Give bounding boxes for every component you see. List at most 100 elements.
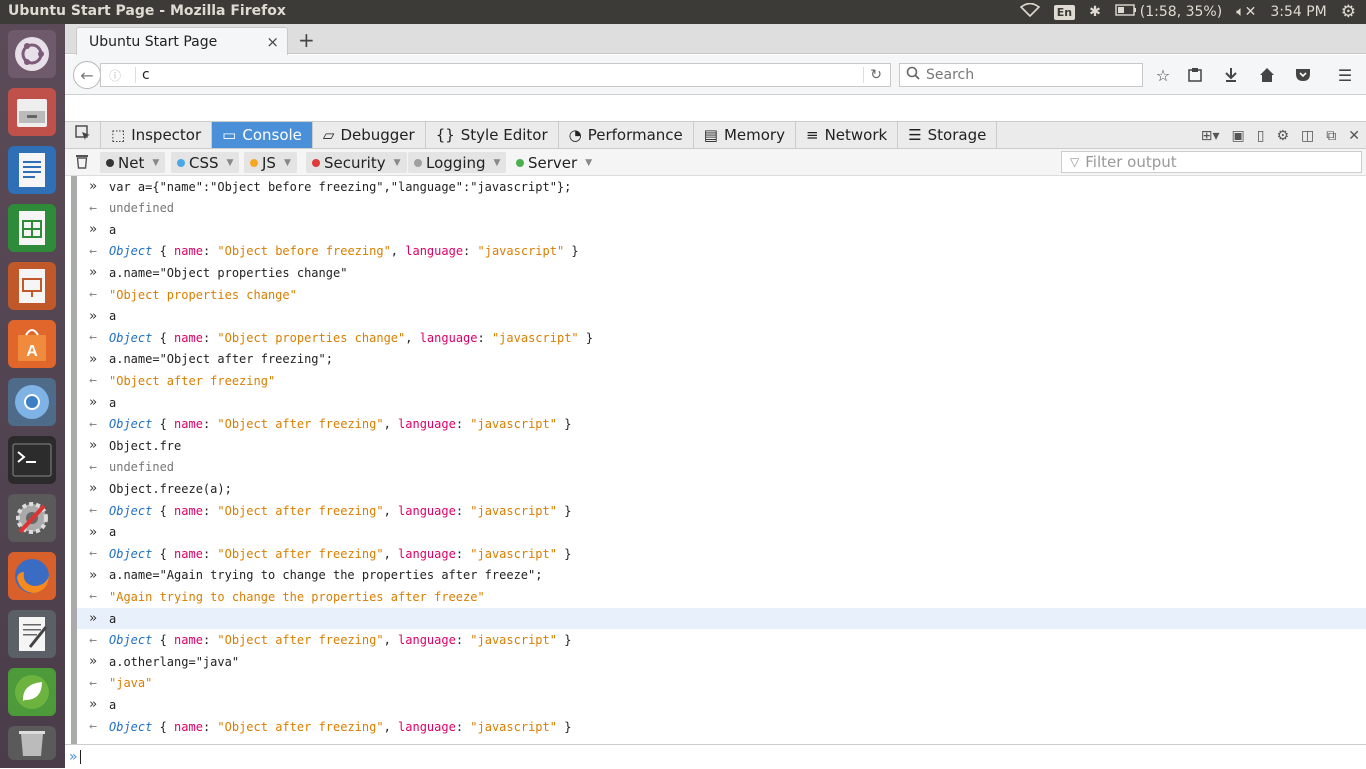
console-input-line: » a (77, 694, 1366, 715)
filter-dot (516, 158, 524, 167)
object-value: "Object after freezing" (217, 633, 384, 648)
settings-wrench-icon (12, 498, 52, 538)
object-preview: Object { name: "Object after freezing", … (109, 633, 572, 648)
console-input-line: » a.name="Again trying to change the prop… (77, 565, 1366, 586)
reload-icon[interactable]: ↻ (863, 67, 882, 83)
console-input-line: » Object.freeze(a); (77, 478, 1366, 499)
input-prompt-icon: » (89, 611, 97, 626)
responsive-design-icon[interactable]: ▯ (1257, 128, 1265, 144)
volume-muted-icon[interactable]: 🔈︎✕ (1236, 4, 1256, 20)
ubuntu-dash-button[interactable] (8, 30, 56, 78)
object-label: Object (109, 330, 153, 345)
launcher-text-editor[interactable] (8, 610, 56, 658)
text-editor-icon (14, 615, 50, 653)
tab-ubuntu-start-page[interactable]: Ubuntu Start Page × (76, 27, 288, 55)
input-prompt-icon: » (89, 179, 97, 194)
launcher-firefox[interactable] (8, 552, 56, 600)
bluetooth-icon[interactable]: ✱ (1089, 4, 1101, 20)
url-bar[interactable]: ⓘ c ↻ (100, 63, 891, 87)
launcher-system-settings[interactable] (8, 494, 56, 542)
launcher-software-center[interactable]: A (8, 320, 56, 368)
filter-logging-button[interactable]: Logging ▼ (408, 152, 507, 173)
filter-security-button[interactable]: Security ▼ (306, 152, 407, 173)
launcher-spring[interactable] (8, 668, 56, 716)
back-button[interactable]: ← (73, 61, 101, 89)
console-input-line: » a (77, 392, 1366, 413)
tab-style-editor[interactable]: {} Style Editor (426, 122, 559, 148)
text-caret (79, 750, 81, 764)
keyboard-layout-indicator[interactable]: En (1053, 4, 1076, 20)
element-picker-button[interactable] (65, 122, 101, 148)
developer-tools: ⬚ Inspector ▭ Console ▱ Debugger {} Styl… (65, 121, 1366, 768)
launcher-chromium[interactable] (8, 378, 56, 426)
tab-debugger[interactable]: ▱ Debugger (313, 122, 426, 148)
close-devtools-icon[interactable]: ✕ (1348, 128, 1360, 144)
frame-select-icon[interactable]: ⊞▾ (1201, 128, 1220, 144)
search-placeholder: Search (926, 67, 975, 83)
object-preview: Object { name: "Object properties change… (109, 330, 594, 345)
url-input[interactable]: c (135, 67, 150, 83)
gear-icon[interactable]: ⚙ (1341, 2, 1356, 22)
object-value: "javascript" (470, 503, 557, 518)
pocket-icon[interactable] (1292, 64, 1314, 86)
firefox-window: Ubuntu Start Page × + ← ⓘ c ↻ Search ☆ ☰… (65, 24, 1366, 768)
command-text: a.name="Again trying to change the prope… (109, 568, 543, 583)
input-prompt-icon: » (89, 697, 97, 713)
settings-gear-icon[interactable]: ⚙ (1276, 128, 1289, 144)
tab-storage[interactable]: ☰ Storage (898, 122, 998, 148)
output-arrow-icon: ← (89, 200, 97, 216)
object-label: Object (109, 244, 153, 259)
object-label: Object (109, 633, 153, 648)
command-text: a.otherlang="java" (109, 654, 240, 669)
filter-dot (414, 158, 422, 167)
site-info-icon[interactable]: ⓘ (109, 67, 129, 84)
scratchpad-icon[interactable]: ▣ (1232, 128, 1245, 144)
console-output-line: ← Object { name: "Object after freezing",… (77, 414, 1366, 435)
hamburger-menu-icon[interactable]: ☰ (1334, 64, 1356, 86)
home-icon[interactable] (1256, 64, 1278, 86)
svg-text:A: A (26, 343, 38, 360)
new-tab-button[interactable]: + (298, 28, 315, 52)
object-value: "Object after freezing" (217, 546, 384, 561)
launcher-impress[interactable] (8, 262, 56, 310)
tab-close-icon[interactable]: × (266, 33, 279, 51)
tab-inspector[interactable]: ⬚ Inspector (101, 122, 213, 148)
separate-window-icon[interactable]: ⧉ (1326, 128, 1336, 144)
filter-js-button[interactable]: JS ▼ (244, 152, 297, 173)
launcher-trash[interactable] (8, 726, 56, 760)
filter-css-button[interactable]: CSS ▼ (171, 152, 240, 173)
inspector-icon: ⬚ (111, 126, 126, 144)
clock[interactable]: 3:54 PM (1270, 4, 1326, 20)
output-arrow-icon: ← (89, 416, 97, 432)
chevron-down-icon: ▼ (393, 157, 401, 168)
object-preview: Object { name: "Object before freezing",… (109, 244, 579, 259)
tab-network[interactable]: ≡ Network (796, 122, 899, 148)
filter-output-input[interactable]: ▽ Filter output (1061, 151, 1362, 173)
console-input[interactable]: » (65, 744, 1366, 769)
launcher-calc[interactable] (8, 204, 56, 252)
battery-indicator[interactable]: (1:58, 35%) (1115, 4, 1222, 20)
clear-console-trash-icon[interactable] (75, 153, 89, 173)
filter-label: Logging (426, 153, 486, 172)
tab-performance[interactable]: ◔ Performance (559, 122, 694, 148)
presentation-icon (14, 267, 50, 305)
launcher-terminal[interactable] (8, 436, 56, 484)
tab-console[interactable]: ▭ Console (212, 122, 313, 148)
dock-side-icon[interactable]: ◫ (1301, 128, 1314, 144)
console-input-line: » a (77, 608, 1366, 629)
search-box[interactable]: Search (899, 63, 1143, 87)
filter-net-button[interactable]: Net ▼ (100, 152, 166, 173)
bookmark-star-icon[interactable]: ☆ (1152, 64, 1174, 86)
wifi-icon[interactable] (1019, 2, 1040, 21)
downloads-icon[interactable] (1220, 64, 1242, 86)
filter-dot (177, 158, 185, 167)
console-filter-bar: Net ▼ CSS ▼ JS ▼ Security ▼ Logging ▼ Se… (65, 149, 1366, 176)
tab-memory[interactable]: ▤ Memory (694, 122, 796, 148)
console-input-line: » a (77, 522, 1366, 543)
console-output-line: ← "Object properties change" (77, 284, 1366, 305)
launcher-files[interactable] (8, 88, 56, 136)
filter-server-button[interactable]: Server ▼ (510, 152, 598, 173)
launcher-writer[interactable] (8, 146, 56, 194)
bookmarks-menu-icon[interactable] (1184, 64, 1206, 86)
network-icon: ≡ (805, 126, 819, 144)
